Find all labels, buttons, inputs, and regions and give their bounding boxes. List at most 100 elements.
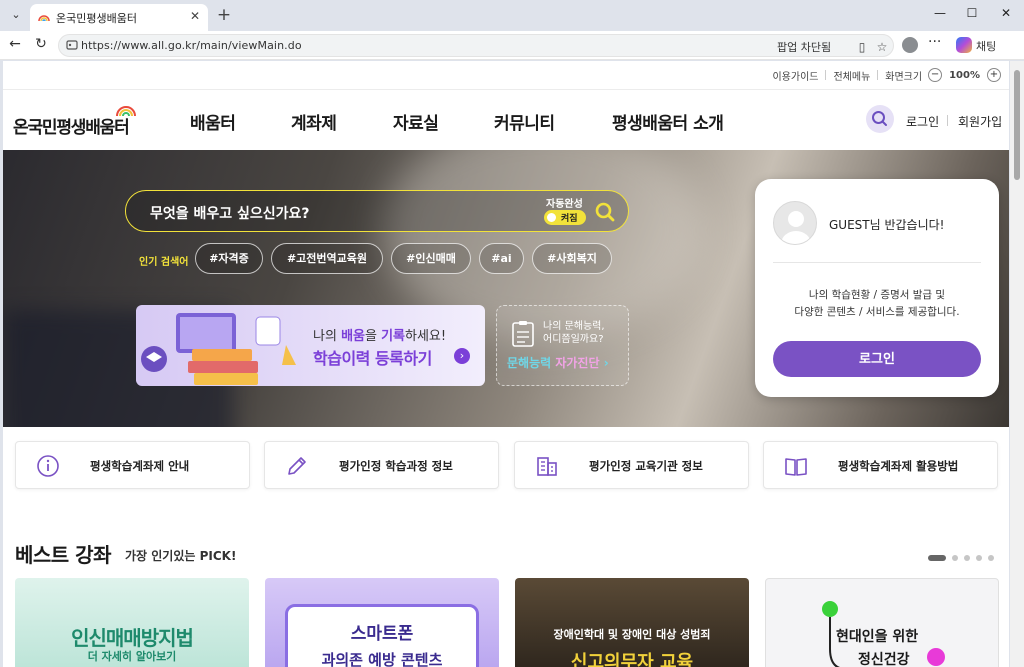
- chat-label[interactable]: 채팅: [976, 38, 996, 54]
- divider: [825, 70, 827, 80]
- more-options-icon[interactable]: ···: [928, 34, 941, 50]
- carousel-dot[interactable]: [976, 555, 982, 561]
- nav-about[interactable]: 평생배움터 소개: [612, 109, 724, 134]
- autocomplete-label: 자동완성: [546, 199, 583, 210]
- copilot-icon[interactable]: [956, 37, 972, 53]
- best-section-subtitle: 가장 인기있는 PICK!: [125, 549, 237, 563]
- minimize-icon[interactable]: —: [930, 6, 950, 20]
- guest-avatar-icon: [773, 201, 817, 245]
- tab-close-icon[interactable]: ✕: [190, 9, 200, 23]
- course-card[interactable]: 현대인을 위한 정신건강: [765, 578, 999, 667]
- reading-view-icon[interactable]: ▯: [855, 40, 869, 54]
- course-card-frame: 스마트폰 과의존 예방 콘텐츠: [285, 604, 479, 667]
- autocomplete-state: 켜짐: [561, 214, 578, 224]
- join-link[interactable]: 회원가입: [958, 113, 1002, 130]
- building-icon: [537, 457, 557, 476]
- document-icon: [512, 321, 534, 347]
- carousel-dot[interactable]: [952, 555, 958, 561]
- info-icon: [37, 455, 59, 477]
- screen-size-label: 화면크기: [885, 71, 923, 83]
- login-description: 나의 학습현황 / 증명서 발급 및 다양한 콘텐츠 / 서비스를 제공합니다.: [794, 289, 960, 318]
- address-bar-row: ← ↻ https://www.all.go.kr/main/viewMain.…: [0, 31, 1024, 60]
- favorite-star-icon[interactable]: ☆: [875, 40, 889, 54]
- login-button[interactable]: 로그인: [773, 341, 981, 377]
- banner2-cta: 문해능력 자가진단 ›: [507, 356, 609, 370]
- course-card[interactable]: 스마트폰 과의존 예방 콘텐츠: [265, 578, 499, 667]
- nav-community[interactable]: 커뮤니티: [494, 109, 555, 134]
- popular-tag[interactable]: #ai: [479, 243, 524, 274]
- course-card-subtitle: 과의존 예방 콘텐츠: [321, 651, 443, 667]
- login-link[interactable]: 로그인: [906, 113, 939, 130]
- reload-icon[interactable]: ↻: [32, 36, 50, 52]
- chevron-right-icon: ›: [454, 348, 470, 364]
- course-card-title: 현대인을 위한: [836, 629, 919, 645]
- site-logo[interactable]: 온국민평생배움터: [13, 113, 130, 138]
- header-divider: [3, 89, 1009, 90]
- banner-headline: 나의 배움을 기록하세요!: [313, 329, 447, 344]
- url-text[interactable]: https://www.all.go.kr/main/viewMain.do: [81, 39, 302, 52]
- quick-menu-item[interactable]: 평생학습계좌제 활용방법: [763, 441, 998, 489]
- best-section-title: 베스트 강좌: [15, 543, 111, 567]
- zoom-in-button[interactable]: +: [987, 68, 1001, 82]
- new-tab-plus-icon[interactable]: +: [214, 5, 234, 25]
- all-menu-link[interactable]: 전체메뉴: [833, 68, 870, 83]
- divider: [877, 70, 879, 80]
- popular-tag[interactable]: #자격증: [195, 243, 263, 274]
- nav-learning[interactable]: 배움터: [190, 109, 236, 134]
- book-icon: [785, 458, 807, 476]
- quick-menu-label: 평생학습계좌제 활용방법: [838, 459, 959, 473]
- quick-menu-item[interactable]: 평가인정 학습과정 정보: [264, 441, 499, 489]
- quick-menu-item[interactable]: 평가인정 교육기관 정보: [514, 441, 749, 489]
- back-arrow-icon[interactable]: ←: [6, 36, 24, 52]
- divider: [947, 115, 948, 126]
- course-card-title: 장애인학대 및 장애인 대상 성범죄: [553, 628, 711, 641]
- quick-menu-label: 평가인정 교육기관 정보: [589, 459, 703, 473]
- banner2-text: 나의 문해능력, 어디쯤일까요?: [543, 321, 605, 345]
- tab-title: 온국민평생배움터: [56, 12, 137, 25]
- quick-menu-item[interactable]: 평생학습계좌제 안내: [15, 441, 250, 489]
- popular-tag[interactable]: #사회복지: [532, 243, 612, 274]
- nav-library[interactable]: 자료실: [393, 109, 439, 134]
- url-field[interactable]: https://www.all.go.kr/main/viewMain.do 팝…: [58, 34, 894, 57]
- divider: [773, 262, 981, 263]
- popular-tag[interactable]: #인신매매: [391, 243, 471, 274]
- main-search-box[interactable]: 무엇을 배우고 싶으신가요? 자동완성 켜짐: [125, 190, 629, 232]
- logo-rainbow-icon: [116, 106, 136, 117]
- pencil-icon: [288, 457, 306, 475]
- quick-menu-label: 평가인정 학습과정 정보: [339, 459, 453, 473]
- literacy-self-test-banner[interactable]: 나의 문해능력, 어디쯤일까요? 문해능력 자가진단 ›: [496, 305, 629, 386]
- quick-menu-label: 평생학습계좌제 안내: [90, 459, 190, 473]
- banner-cta-text: 학습이력 등록하기: [313, 349, 432, 368]
- course-card[interactable]: 인신매매방지법 더 자세히 알아보기: [15, 578, 249, 667]
- tab-actions-chevron-icon[interactable]: ⌄: [6, 5, 26, 25]
- zoom-value: 100%: [949, 69, 980, 81]
- nav-account[interactable]: 계좌제: [291, 109, 337, 134]
- search-icon: [872, 111, 887, 126]
- window-close-icon[interactable]: ✕: [996, 6, 1016, 20]
- guide-link[interactable]: 이용가이드: [772, 68, 818, 83]
- autocomplete-toggle[interactable]: 켜짐: [544, 210, 586, 225]
- carousel-dot[interactable]: [988, 555, 994, 561]
- carousel-dot[interactable]: [928, 555, 946, 561]
- profile-avatar-icon[interactable]: [902, 37, 918, 53]
- carousel-dot[interactable]: [964, 555, 970, 561]
- zoom-out-button[interactable]: −: [928, 68, 943, 82]
- maximize-icon[interactable]: ☐: [962, 6, 982, 20]
- login-card: GUEST님 반갑습니다! 나의 학습현황 / 증명서 발급 및 다양한 콘텐츠…: [755, 179, 999, 397]
- course-card-title: 스마트폰: [350, 624, 414, 644]
- search-submit-icon[interactable]: [594, 201, 616, 223]
- browser-tab-bar: ⌄ 온국민평생배움터 ✕ + — ☐ ✕: [0, 0, 1024, 31]
- learning-history-banner[interactable]: 나의 배움을 기록하세요! 학습이력 등록하기 ›: [136, 305, 485, 386]
- course-card-subtitle: 신고의무자 교육: [570, 652, 694, 667]
- course-card[interactable]: 장애인학대 및 장애인 대상 성범죄 신고의무자 교육: [515, 578, 749, 667]
- popup-blocked-indicator[interactable]: 팝업 차단됨: [777, 39, 831, 55]
- site-favicon-icon: [38, 15, 50, 22]
- browser-tab[interactable]: 온국민평생배움터 ✕: [30, 4, 208, 31]
- course-card-subtitle: 더 자세히 알아보기: [87, 650, 177, 663]
- scrollbar-thumb[interactable]: [1014, 70, 1020, 180]
- site-info-icon[interactable]: [65, 38, 79, 52]
- popular-tag[interactable]: #고전번역교육원: [271, 243, 383, 274]
- header-search-button[interactable]: [866, 105, 894, 133]
- search-placeholder[interactable]: 무엇을 배우고 싶으신가요?: [150, 203, 310, 223]
- toggle-knob: [547, 213, 556, 222]
